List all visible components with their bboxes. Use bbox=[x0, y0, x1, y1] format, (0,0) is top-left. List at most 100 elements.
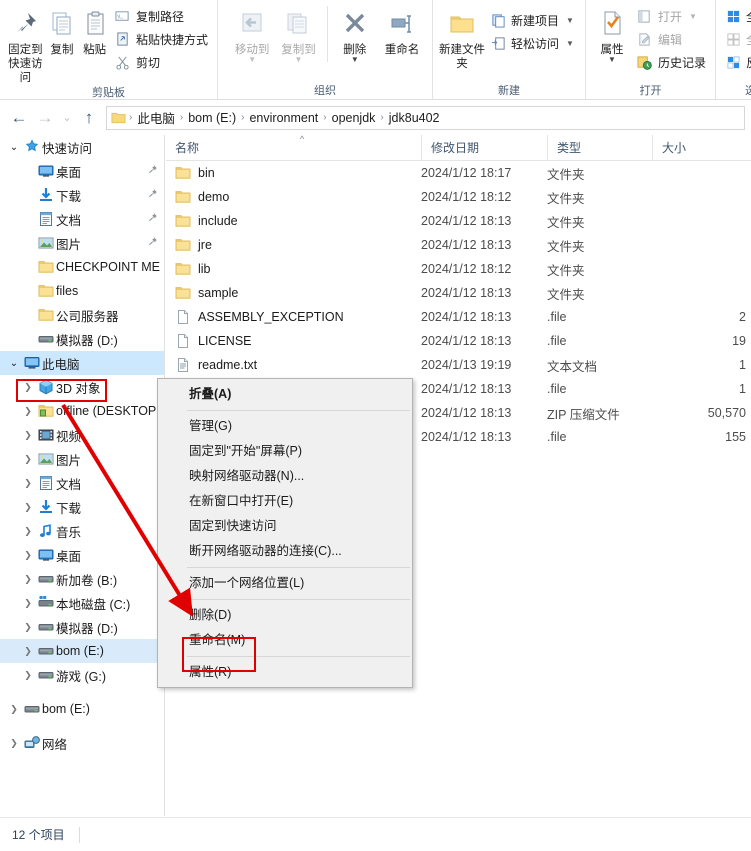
chevron-right-icon[interactable]: ❯ bbox=[20, 574, 36, 585]
breadcrumb[interactable]: › 此电脑 › bom (E:) › environment › openjdk… bbox=[106, 105, 745, 130]
context-menu-item-2[interactable]: 管理(G) bbox=[158, 414, 412, 439]
pin-icon[interactable] bbox=[147, 164, 158, 178]
nav-item-18[interactable]: ❯ 新加卷 (B:) bbox=[0, 567, 164, 591]
pin-to-quick-access-button[interactable]: 固定到快速访问 bbox=[6, 2, 45, 85]
chevron-right-icon[interactable]: ❯ bbox=[6, 738, 22, 749]
pin-icon[interactable] bbox=[147, 236, 158, 250]
nav-item-9[interactable]: ⌄ 此电脑 bbox=[0, 351, 164, 375]
nav-item-16[interactable]: ❯ 音乐 bbox=[0, 519, 164, 543]
nav-item-10[interactable]: ❯ 3D 对象 bbox=[0, 375, 164, 399]
nav-item-2[interactable]: 下载 bbox=[0, 183, 164, 207]
chevron-right-icon[interactable]: ❯ bbox=[20, 646, 36, 657]
nav-item-13[interactable]: ❯ 图片 bbox=[0, 447, 164, 471]
new-folder-button[interactable]: 新建文件夹 bbox=[439, 2, 485, 71]
chevron-down-icon[interactable]: ⌄ bbox=[6, 142, 22, 153]
paste-shortcut-button[interactable]: 粘贴快捷方式 bbox=[112, 29, 211, 50]
context-menu[interactable]: 折叠(A) 管理(G) 固定到"开始"屏幕(P) 映射网络驱动器(N)... 在新窗口中… bbox=[157, 378, 413, 688]
rename-button[interactable]: 重命名 bbox=[378, 2, 426, 57]
up-arrow-icon[interactable]: ↑ bbox=[76, 105, 102, 131]
delete-button[interactable]: 删除 ▼ bbox=[334, 2, 376, 64]
breadcrumb-item-4[interactable]: jdk8u402 bbox=[387, 111, 442, 125]
nav-item-21[interactable]: ❯ bom (E:) bbox=[0, 639, 164, 663]
nav-item-7[interactable]: 公司服务器 bbox=[0, 303, 164, 327]
copy-button[interactable]: 复制 bbox=[47, 2, 78, 57]
chevron-right-icon[interactable]: ❯ bbox=[20, 670, 36, 681]
nav-item-4[interactable]: 图片 bbox=[0, 231, 164, 255]
chevron-right-icon[interactable]: ❯ bbox=[20, 550, 36, 561]
context-menu-item-14[interactable]: 属性(R) bbox=[158, 660, 412, 685]
back-arrow-icon[interactable]: ← bbox=[6, 105, 32, 131]
nav-item-1[interactable]: 桌面 bbox=[0, 159, 164, 183]
table-row[interactable]: sample 2024/1/12 18:13 文件夹 bbox=[166, 281, 751, 305]
open-button[interactable]: 打开 ▼ bbox=[634, 6, 709, 27]
easy-access-button[interactable]: 轻松访问 ▼ bbox=[487, 33, 577, 54]
chevron-right-icon[interactable]: ❯ bbox=[20, 622, 36, 633]
table-row[interactable]: lib 2024/1/12 18:12 文件夹 bbox=[166, 257, 751, 281]
context-menu-item-3[interactable]: 固定到"开始"屏幕(P) bbox=[158, 439, 412, 464]
context-menu-item-4[interactable]: 映射网络驱动器(N)... bbox=[158, 464, 412, 489]
context-menu-item-7[interactable]: 断开网络驱动器的连接(C)... bbox=[158, 539, 412, 564]
nav-item-8[interactable]: 模拟器 (D:) bbox=[0, 327, 164, 351]
breadcrumb-item-0[interactable]: 此电脑 bbox=[135, 108, 177, 127]
column-header-size[interactable]: 大小 bbox=[652, 135, 747, 161]
table-row[interactable]: readme.txt 2024/1/13 19:19 文本文档 1 bbox=[166, 353, 751, 377]
forward-arrow-icon[interactable]: → bbox=[32, 105, 58, 131]
select-none-button[interactable]: 全部取消 bbox=[722, 29, 751, 50]
breadcrumb-item-3[interactable]: openjdk bbox=[330, 111, 378, 125]
chevron-right-icon[interactable]: ❯ bbox=[20, 406, 36, 417]
nav-item-11[interactable]: ❯ offline (DESKTOP bbox=[0, 399, 164, 423]
paste-button[interactable]: 粘贴 bbox=[79, 2, 110, 57]
chevron-right-icon[interactable]: ❯ bbox=[20, 526, 36, 537]
navigation-pane[interactable]: ⌄ 快速访问 桌面 下载 文档 图片 CHECKPOINT MEI files 公司服务器 模拟器… bbox=[0, 135, 165, 816]
nav-item-22[interactable]: ❯ 游戏 (G:) bbox=[0, 663, 164, 687]
context-menu-item-0[interactable]: 折叠(A) bbox=[158, 382, 412, 407]
nav-item-15[interactable]: ❯ 下载 bbox=[0, 495, 164, 519]
pin-icon[interactable] bbox=[147, 212, 158, 226]
properties-caret-icon[interactable]: ▼ bbox=[608, 56, 616, 64]
context-menu-item-11[interactable]: 删除(D) bbox=[158, 603, 412, 628]
table-row[interactable]: LICENSE 2024/1/12 18:13 .file 19 bbox=[166, 329, 751, 353]
nav-item-20[interactable]: ❯ 模拟器 (D:) bbox=[0, 615, 164, 639]
easy-access-caret-icon[interactable]: ▼ bbox=[566, 39, 574, 48]
table-row[interactable]: jre 2024/1/12 18:13 文件夹 bbox=[166, 233, 751, 257]
delete-caret-icon[interactable]: ▼ bbox=[351, 56, 359, 64]
edit-button[interactable]: 编辑 bbox=[634, 29, 709, 50]
new-item-button[interactable]: 新建项目 ▼ bbox=[487, 10, 577, 31]
chevron-right-icon[interactable]: ❯ bbox=[20, 382, 36, 393]
column-header-date[interactable]: 修改日期 bbox=[421, 135, 547, 161]
nav-item-3[interactable]: 文档 bbox=[0, 207, 164, 231]
nav-item-23[interactable]: ❯ bom (E:) bbox=[0, 697, 164, 721]
context-menu-item-9[interactable]: 添加一个网络位置(L) bbox=[158, 571, 412, 596]
history-button[interactable]: 历史记录 bbox=[634, 52, 709, 73]
column-header-name[interactable]: 名称 bbox=[166, 135, 421, 161]
context-menu-item-6[interactable]: 固定到快速访问 bbox=[158, 514, 412, 539]
nav-item-6[interactable]: files bbox=[0, 279, 164, 303]
chevron-down-icon[interactable]: ⌄ bbox=[6, 358, 22, 369]
move-to-caret-icon[interactable]: ▼ bbox=[248, 56, 256, 64]
open-caret-icon[interactable]: ▼ bbox=[689, 12, 697, 21]
copy-path-button[interactable]: \\.. 复制路径 bbox=[112, 6, 211, 27]
copy-to-button[interactable]: 复制到 ▼ bbox=[276, 2, 320, 64]
breadcrumb-item-1[interactable]: bom (E:) bbox=[186, 111, 238, 125]
copy-to-caret-icon[interactable]: ▼ bbox=[295, 56, 303, 64]
move-to-button[interactable]: 移动到 ▼ bbox=[230, 2, 274, 64]
properties-button[interactable]: 属性 ▼ bbox=[592, 2, 632, 64]
nav-item-19[interactable]: ❯ 本地磁盘 (C:) bbox=[0, 591, 164, 615]
nav-item-0[interactable]: ⌄ 快速访问 bbox=[0, 135, 164, 159]
chevron-right-icon[interactable]: ❯ bbox=[20, 454, 36, 465]
breadcrumb-item-2[interactable]: environment bbox=[247, 111, 320, 125]
select-all-button[interactable]: 全部选择 bbox=[722, 6, 751, 27]
chevron-right-icon[interactable]: ❯ bbox=[20, 502, 36, 513]
chevron-right-icon[interactable]: ❯ bbox=[20, 478, 36, 489]
table-row[interactable]: bin 2024/1/12 18:17 文件夹 bbox=[166, 161, 751, 185]
context-menu-item-5[interactable]: 在新窗口中打开(E) bbox=[158, 489, 412, 514]
chevron-right-icon[interactable]: ❯ bbox=[20, 598, 36, 609]
invert-selection-button[interactable]: 反向选择 bbox=[722, 52, 751, 73]
chevron-right-icon[interactable]: ❯ bbox=[20, 430, 36, 441]
nav-item-5[interactable]: CHECKPOINT MEI bbox=[0, 255, 164, 279]
new-item-caret-icon[interactable]: ▼ bbox=[566, 16, 574, 25]
nav-item-12[interactable]: ❯ 视频 bbox=[0, 423, 164, 447]
nav-item-17[interactable]: ❯ 桌面 bbox=[0, 543, 164, 567]
column-header-type[interactable]: 类型 bbox=[547, 135, 652, 161]
cut-button[interactable]: 剪切 bbox=[112, 52, 211, 73]
